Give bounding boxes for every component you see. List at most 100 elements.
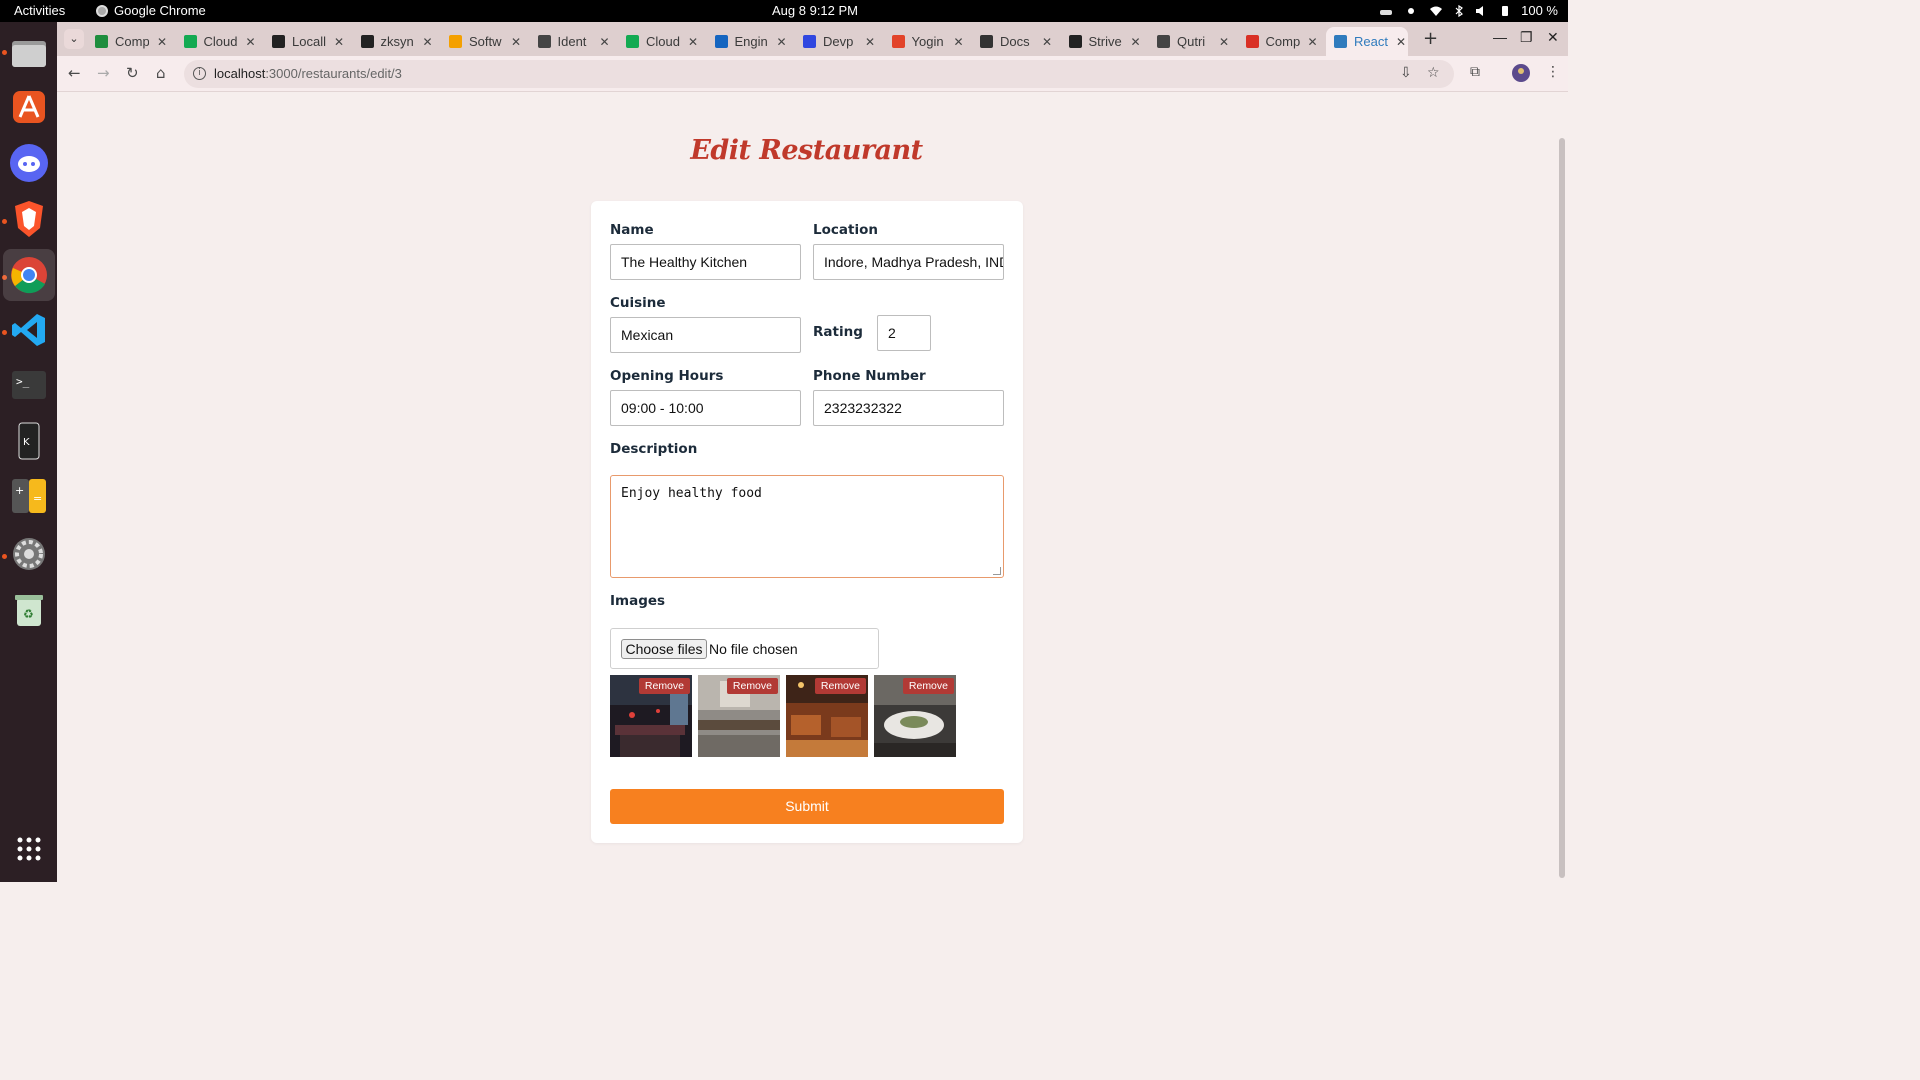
file-input[interactable]: Choose files No file chosen <box>610 628 879 669</box>
trash-icon[interactable]: ♻ <box>8 589 50 631</box>
chrome-menu-icon[interactable]: ⋮ <box>1546 64 1560 80</box>
restaurant-image: Remove <box>610 675 692 757</box>
no-file-text: No file chosen <box>709 641 798 657</box>
rating-input[interactable]: 2 <box>877 315 931 351</box>
name-input[interactable]: The Healthy Kitchen <box>610 244 801 280</box>
bookmark-star-icon[interactable]: ☆ <box>1427 65 1440 81</box>
cuisine-input[interactable]: Mexican <box>610 317 801 353</box>
browser-tab[interactable]: Qutri ✕ <box>1157 27 1229 56</box>
minimize-button[interactable]: — <box>1493 29 1507 45</box>
discord-icon[interactable] <box>8 142 50 184</box>
install-app-icon[interactable]: ⇩ <box>1400 65 1412 81</box>
tab-title: zksyn <box>380 34 414 49</box>
new-tab-button[interactable]: + <box>1423 28 1438 49</box>
app-center-icon[interactable] <box>8 86 50 128</box>
browser-tab[interactable]: Cloud ✕ <box>183 27 256 56</box>
tab-close-icon[interactable]: ✕ <box>334 35 344 49</box>
tab-close-icon[interactable]: ✕ <box>1308 35 1318 49</box>
browser-tab[interactable]: Strive ✕ <box>1068 27 1141 56</box>
browser-tab[interactable]: Devp ✕ <box>803 27 875 56</box>
page-title: Edit Restaurant <box>690 135 923 166</box>
tab-close-icon[interactable]: ✕ <box>954 35 964 49</box>
tab-close-icon[interactable]: ✕ <box>511 35 521 49</box>
reload-button[interactable]: ↻ <box>126 64 139 82</box>
scrollbar-thumb[interactable] <box>1559 138 1565 878</box>
tab-close-icon[interactable]: ✕ <box>1042 35 1052 49</box>
battery-percent: 100 % <box>1521 3 1558 18</box>
description-label: Description <box>610 441 698 457</box>
page-content: Edit Restaurant Name The Healthy Kitchen… <box>57 93 1556 882</box>
tab-title: Cloud <box>646 34 680 49</box>
tab-search-button[interactable]: ⌄ <box>64 29 84 49</box>
site-info-icon[interactable]: i <box>193 67 206 80</box>
terminal-icon[interactable]: >_ <box>8 364 50 406</box>
bluetooth-icon <box>1455 4 1464 17</box>
app-menu[interactable]: Google Chrome <box>96 3 206 18</box>
settings-icon[interactable] <box>8 533 50 575</box>
browser-tab[interactable]: Comp ✕ <box>1245 27 1318 56</box>
remove-image-button[interactable]: Remove <box>638 678 690 694</box>
clock[interactable]: Aug 8 9:12 PM <box>772 3 858 18</box>
system-tray[interactable]: 100 % <box>1379 3 1558 18</box>
location-input[interactable]: Indore, Madhya Pradesh, IND <box>813 244 1004 280</box>
tab-favicon-icon <box>626 35 639 48</box>
name-label: Name <box>610 222 654 238</box>
address-bar[interactable]: i localhost:3000/restaurants/edit/3 ⇩ ☆ <box>184 60 1454 88</box>
tab-title: Devp <box>823 34 854 49</box>
kde-connect-icon[interactable]: K <box>8 420 50 462</box>
svg-text:K: K <box>23 437 30 448</box>
extensions-icon[interactable]: ⧉ <box>1470 64 1480 80</box>
tab-close-icon[interactable]: ✕ <box>865 35 875 49</box>
back-button[interactable]: ← <box>68 64 81 82</box>
browser-tab[interactable]: Cloud ✕ <box>626 27 698 56</box>
url-text: localhost:3000/restaurants/edit/3 <box>214 66 402 81</box>
choose-files-button[interactable]: Choose files <box>621 639 707 659</box>
show-apps-icon[interactable] <box>8 828 50 870</box>
brave-icon[interactable] <box>8 198 50 240</box>
tab-close-icon[interactable]: ✕ <box>1131 35 1141 49</box>
tab-favicon-icon <box>891 35 905 48</box>
tab-close-icon[interactable]: ✕ <box>688 35 698 49</box>
tab-close-icon[interactable]: ✕ <box>777 35 787 49</box>
remove-image-button[interactable]: Remove <box>814 678 866 694</box>
tab-close-icon[interactable]: ✕ <box>1219 35 1229 49</box>
maximize-button[interactable]: ❐ <box>1520 29 1533 46</box>
tab-favicon-icon <box>803 35 816 48</box>
chrome-dock-icon[interactable] <box>3 249 55 301</box>
submit-button[interactable]: Submit <box>610 789 1004 824</box>
browser-tab[interactable]: Yogin ✕ <box>891 27 964 56</box>
browser-tab[interactable]: Softw ✕ <box>449 27 521 56</box>
vscode-icon[interactable] <box>8 309 50 351</box>
opening-hours-input[interactable]: 09:00 - 10:00 <box>610 390 801 426</box>
page-scrollbar[interactable] <box>1556 93 1568 882</box>
files-icon[interactable] <box>8 32 50 74</box>
browser-tab[interactable]: Docs ✕ <box>980 27 1052 56</box>
tab-close-icon[interactable]: ✕ <box>600 35 610 49</box>
browser-tab[interactable]: Ident ✕ <box>537 27 610 56</box>
resize-handle[interactable] <box>993 567 1001 575</box>
browser-tab[interactable]: zksyn ✕ <box>360 27 433 56</box>
browser-tab[interactable]: React ✕ <box>1326 27 1408 56</box>
tab-close-icon[interactable]: ✕ <box>423 35 433 49</box>
tab-favicon-icon <box>272 35 285 48</box>
browser-tab[interactable]: Comp ✕ <box>95 27 167 56</box>
tab-favicon-icon <box>714 35 728 48</box>
tab-close-icon[interactable]: ✕ <box>246 35 256 49</box>
svg-text:>_: >_ <box>16 375 30 388</box>
activities-button[interactable]: Activities <box>14 3 65 18</box>
remove-image-button[interactable]: Remove <box>726 678 778 694</box>
tab-favicon-icon <box>1068 35 1082 48</box>
battery-icon <box>1502 5 1509 16</box>
tab-close-icon[interactable]: ✕ <box>157 35 167 49</box>
close-window-button[interactable]: ✕ <box>1547 29 1559 46</box>
browser-tab[interactable]: Engin ✕ <box>714 27 787 56</box>
browser-tab[interactable]: Locall ✕ <box>272 27 344 56</box>
description-textarea[interactable]: Enjoy healthy food <box>610 475 1004 578</box>
phone-number-input[interactable]: 2323232322 <box>813 390 1004 426</box>
forward-button[interactable]: → <box>97 64 110 82</box>
remove-image-button[interactable]: Remove <box>902 678 954 694</box>
profile-avatar[interactable] <box>1512 64 1530 86</box>
home-button[interactable]: ⌂ <box>156 64 166 82</box>
tab-close-icon[interactable]: ✕ <box>1396 35 1406 49</box>
calculator-icon[interactable]: + = <box>8 475 50 517</box>
